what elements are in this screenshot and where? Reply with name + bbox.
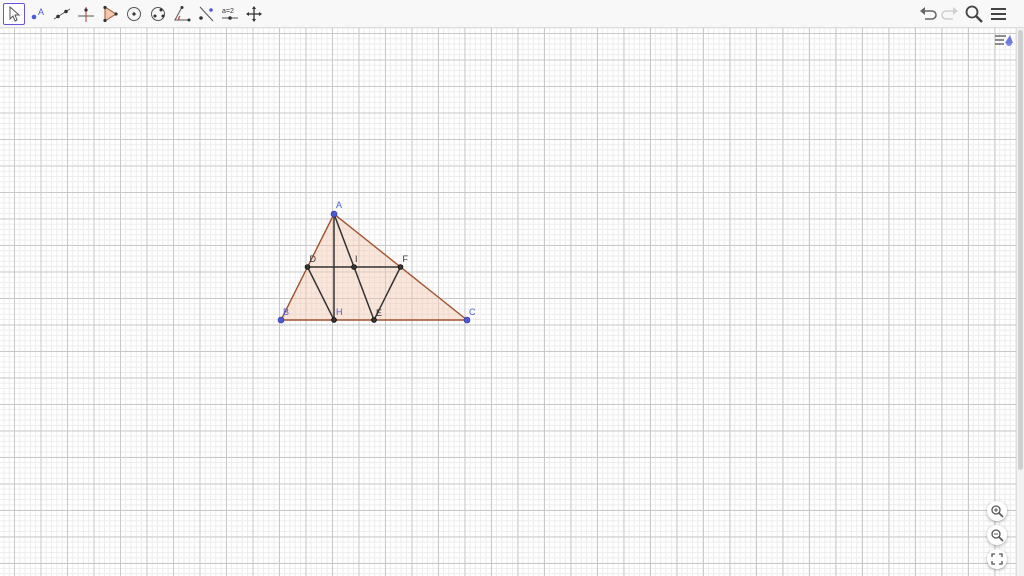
slider-tool-label: a=2 [222,8,234,15]
move-graphics-view-icon [246,6,262,22]
point-label-i: I [355,254,358,264]
angle-icon [174,6,191,22]
search-icon [965,5,983,23]
tool-move-graphics[interactable] [243,3,265,25]
undo-icon [920,7,937,20]
fullscreen-button[interactable] [987,549,1007,569]
menu-icon [991,8,1006,20]
tool-move[interactable] [3,3,25,25]
redo-button[interactable] [940,4,960,24]
zoom-in-button[interactable] [987,501,1007,521]
reflect-about-line-icon [199,6,214,22]
point-label-d: D [310,254,317,264]
ellipse-icon [151,7,165,21]
circle-center-point-icon [127,7,141,21]
point-label-f: F [403,254,409,264]
point-h[interactable] [331,317,337,323]
tool-angle[interactable] [171,3,193,25]
tool-perpendicular[interactable] [75,3,97,25]
search-button[interactable] [964,4,984,24]
point-e[interactable] [371,317,377,323]
perpendicular-line-icon [78,7,94,22]
zoom-in-icon [991,505,1004,518]
point-tool-label: A [38,7,44,17]
point-a[interactable] [330,210,338,218]
slider-icon: a=2 [222,8,238,20]
undo-button[interactable] [918,4,938,24]
construction-drawing: A B C D F H E I [277,200,476,324]
zoom-out-icon [991,529,1004,542]
point-f[interactable] [397,264,404,270]
vertical-scrollbar[interactable] [1016,28,1024,576]
line-icon [53,8,71,20]
tool-slider[interactable]: a=2 [219,3,241,25]
main-menu-button[interactable] [989,4,1009,24]
redo-icon [941,7,958,20]
point-i[interactable] [351,264,357,270]
point-label-e: E [376,308,382,318]
tool-point[interactable]: A [27,3,49,25]
point-d[interactable] [304,264,311,270]
point-b[interactable] [277,316,285,324]
tool-circle[interactable] [123,3,145,25]
point-label-h: H [336,307,343,317]
scrollbar-thumb[interactable] [1018,30,1023,470]
point-label-b: B [283,307,289,317]
move-arrow-icon [9,5,21,22]
polygon-icon [103,5,118,23]
tool-ellipse[interactable] [147,3,169,25]
point-label-c: C [469,307,476,317]
tool-line[interactable] [51,3,73,25]
toolbar: A a=2 [0,0,1024,28]
graphics-view[interactable]: A B C D F H E I [0,28,1016,576]
style-bar-toggle-button[interactable] [992,30,1016,52]
point-label-a: A [336,200,342,210]
point-icon: A [31,7,44,20]
tool-reflect[interactable] [195,3,217,25]
fullscreen-icon [991,553,1003,565]
tool-polygon[interactable] [99,3,121,25]
zoom-out-button[interactable] [987,525,1007,545]
point-c[interactable] [463,316,471,324]
style-bar-toggle-icon [995,35,1013,46]
